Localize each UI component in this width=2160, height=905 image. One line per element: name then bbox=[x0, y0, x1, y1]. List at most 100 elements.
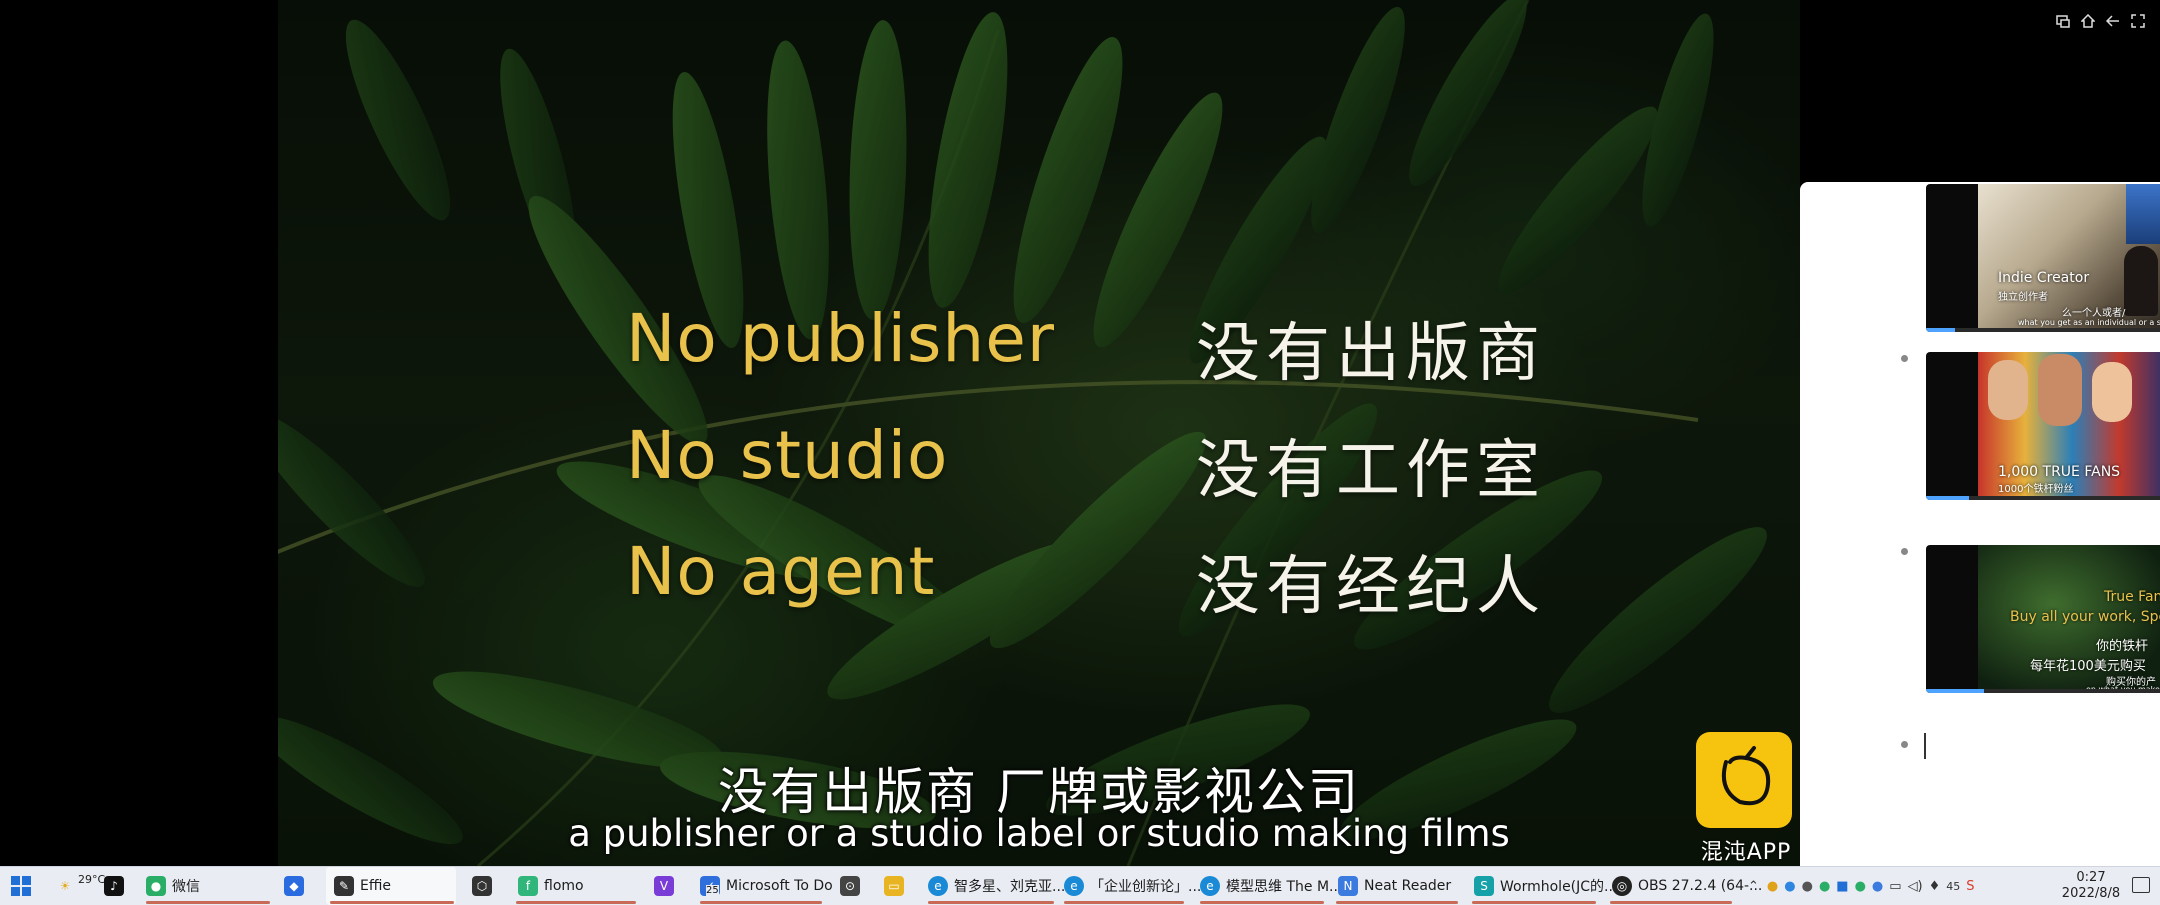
weather-widget[interactable]: ☀ 29°C bbox=[54, 867, 106, 905]
thumbnail-text: 每年花100美元购买 bbox=[2030, 659, 2146, 674]
weather-icon: ☀ bbox=[59, 879, 71, 893]
chevron-up-icon[interactable]: ⌃ bbox=[1748, 879, 1759, 894]
hundun-logo-icon bbox=[1696, 732, 1792, 828]
taskbar-app-neat-reader[interactable]: N Neat Reader bbox=[1338, 867, 1451, 905]
taskbar-app-label: flomo bbox=[544, 878, 584, 894]
thumbnail-subtitle: Buy all your work, Spe bbox=[2010, 609, 2160, 625]
neat-reader-icon: N bbox=[1338, 876, 1358, 896]
picture-in-picture-icon[interactable] bbox=[2052, 12, 2074, 34]
taskbar-app-wormhole[interactable]: S Wormhole(JC的... bbox=[1474, 867, 1617, 905]
taskbar-app-edge-1[interactable]: e 智多星、刘克亚... bbox=[928, 867, 1065, 905]
taskbar-app-obs[interactable]: ◎ OBS 27.2.4 (64-... bbox=[1612, 867, 1762, 905]
wechat-tray-icon[interactable]: ● bbox=[1855, 879, 1866, 894]
taskbar-app-label: 微信 bbox=[172, 879, 200, 895]
taskbar-pinned-app[interactable]: ▭ bbox=[884, 867, 910, 905]
notes-panel[interactable]: Indie Creator 独立创作者 么一个人或者/ what you get… bbox=[1800, 182, 2160, 866]
app-icon: ⊙ bbox=[840, 876, 860, 896]
flomo-icon: f bbox=[518, 876, 538, 896]
taskbar-pinned-app[interactable]: ◆ bbox=[284, 867, 310, 905]
thumbnail-progress-bar bbox=[1926, 328, 2160, 332]
input-method-icon[interactable]: S bbox=[1966, 879, 1974, 894]
thumbnail-caption: what you get as an individual or a small bbox=[2018, 318, 2160, 327]
slide-line-en: No agent bbox=[626, 533, 936, 610]
taskbar-app-flomo[interactable]: f flomo bbox=[518, 867, 584, 905]
todo-badge: 25 bbox=[706, 885, 719, 896]
tray-app-icon[interactable]: ● bbox=[1767, 879, 1778, 894]
v-app-icon: V bbox=[654, 876, 674, 896]
taskbar-app-effie[interactable]: ✎ Effie bbox=[326, 867, 456, 905]
tray-app-icon[interactable]: ● bbox=[1819, 879, 1830, 894]
taskbar-app-microsoft-todo[interactable]: ✓ Microsoft To Do bbox=[700, 867, 833, 905]
weather-temp: 29°C bbox=[78, 872, 106, 886]
edge-icon: e bbox=[1200, 876, 1220, 896]
tray-app-icon[interactable]: ● bbox=[1872, 879, 1883, 894]
back-icon[interactable] bbox=[2102, 12, 2124, 34]
thumbnail-subtitle: 1000个铁杆粉丝 bbox=[1998, 484, 2074, 495]
screenshot-thumbnail[interactable]: 1,000 TRUE FANS 1000个铁杆粉丝 bbox=[1926, 352, 2160, 500]
fullscreen-icon[interactable] bbox=[2127, 12, 2149, 34]
taskbar-app-wechat[interactable]: ● 微信 bbox=[146, 867, 200, 905]
slide-line-zh: 没有出版商 bbox=[1196, 317, 1546, 391]
list-bullet bbox=[1901, 741, 1908, 748]
tiktok-icon: ♪ bbox=[104, 876, 124, 896]
volume-icon[interactable]: ◁) bbox=[1908, 879, 1923, 894]
taskbar-app-label: 「企业创新论」... bbox=[1090, 879, 1202, 895]
wormhole-icon: S bbox=[1474, 876, 1494, 896]
microphone-icon[interactable]: ♦ bbox=[1929, 879, 1941, 894]
edge-icon: e bbox=[1064, 876, 1084, 896]
clock[interactable]: 0:27 2022/8/8 bbox=[2056, 870, 2126, 902]
home-icon[interactable] bbox=[2077, 12, 2099, 34]
tray-badge[interactable]: 45 bbox=[1946, 880, 1960, 893]
fern-background bbox=[278, 0, 1800, 866]
windows-icon bbox=[11, 876, 31, 896]
taskbar-pinned-app[interactable]: ⊙ bbox=[840, 867, 866, 905]
blue-app-icon: ◆ bbox=[284, 876, 304, 896]
thumbnail-progress-fill bbox=[1926, 328, 1955, 332]
effie-icon: ✎ bbox=[334, 876, 354, 896]
edge-icon: e bbox=[928, 876, 948, 896]
taskbar: ☀ 29°C ♪ ● 微信 ◆ ✎ Effie ⬡ f flomo V ✓ Mi… bbox=[0, 866, 2160, 905]
tray-app-icon[interactable]: ■ bbox=[1836, 879, 1848, 894]
taskbar-app-label: Effie bbox=[360, 878, 391, 894]
taskbar-app-label: Microsoft To Do bbox=[726, 878, 833, 894]
watermark-text: 混沌APP bbox=[1700, 840, 1792, 865]
slide-line-en: No publisher bbox=[626, 300, 1055, 377]
screenshot-thumbnail[interactable]: Indie Creator 独立创作者 么一个人或者/ what you get… bbox=[1926, 184, 2160, 332]
list-bullet bbox=[1901, 355, 1908, 362]
tray-app-icon[interactable]: ● bbox=[1802, 879, 1813, 894]
network-icon[interactable]: ▭ bbox=[1889, 879, 1901, 894]
subtitle-english: a publisher or a studio label or studio … bbox=[568, 812, 1510, 855]
taskbar-app-label: Neat Reader bbox=[1364, 878, 1452, 894]
taskbar-app-edge-2[interactable]: e 「企业创新论」... bbox=[1064, 867, 1201, 905]
thumbnail-progress-bar bbox=[1926, 689, 2160, 693]
thumbnail-text: 你的铁杆 bbox=[2096, 639, 2149, 654]
taskbar-app-label: OBS 27.2.4 (64-... bbox=[1638, 878, 1763, 894]
slide-line-zh: 没有工作室 bbox=[1196, 434, 1546, 508]
thumbnail-title: 1,000 TRUE FANS bbox=[1998, 464, 2121, 480]
clock-time: 0:27 bbox=[2076, 870, 2106, 885]
obs-icon: ◎ bbox=[1612, 876, 1632, 896]
taskbar-pinned-app[interactable]: ⬡ bbox=[472, 867, 498, 905]
text-cursor[interactable] bbox=[1924, 733, 1926, 759]
thumbnail-progress-fill bbox=[1926, 689, 1984, 693]
thumbnail-progress-fill bbox=[1926, 496, 1970, 500]
wechat-icon: ● bbox=[146, 876, 166, 896]
slide-line-en: No studio bbox=[626, 417, 949, 494]
taskbar-app-label: 模型思维 The M... bbox=[1226, 879, 1343, 895]
screenshot-thumbnail[interactable]: True Fan Buy all your work, Spe 你的铁杆 每年花… bbox=[1926, 545, 2160, 693]
taskbar-pinned-app[interactable]: V bbox=[654, 867, 680, 905]
taskbar-app-label: Wormhole(JC的... bbox=[1500, 879, 1618, 895]
thumbnail-caption: 么一个人或者/ bbox=[2062, 308, 2126, 319]
slide-line-zh: 没有经纪人 bbox=[1196, 550, 1546, 624]
clock-date: 2022/8/8 bbox=[2061, 886, 2121, 901]
thumbnail-subtitle: 独立创作者 bbox=[1998, 292, 2048, 303]
taskbar-app-edge-3[interactable]: e 模型思维 The M... bbox=[1200, 867, 1342, 905]
thumbnail-title: True Fan bbox=[2104, 589, 2160, 605]
tray-app-icon[interactable]: ● bbox=[1784, 879, 1795, 894]
tiktok-taskbar-icon[interactable]: ♪ bbox=[104, 867, 130, 905]
system-tray: ⌃ ● ● ● ● ■ ● ● ▭ ◁) ♦ 45 S bbox=[1748, 867, 1981, 905]
notification-icon[interactable] bbox=[2132, 877, 2150, 893]
start-button[interactable] bbox=[10, 867, 32, 905]
video-player[interactable]: No publisher 没有出版商 No studio 没有工作室 No ag… bbox=[278, 0, 1800, 866]
list-bullet bbox=[1901, 548, 1908, 555]
